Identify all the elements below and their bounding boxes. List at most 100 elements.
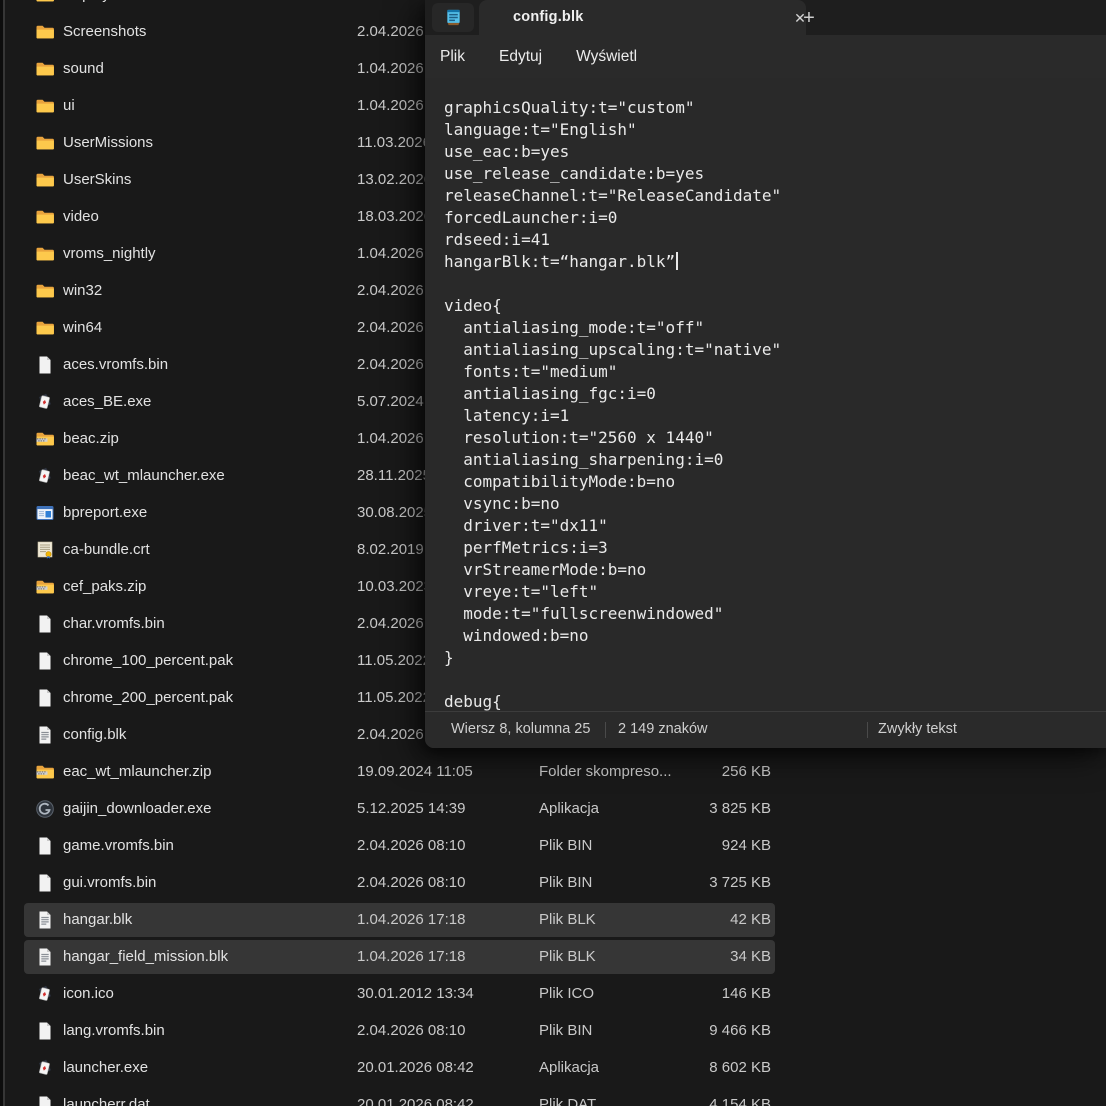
editor-line: use_eac:b=yes (444, 141, 1106, 163)
menu-plik[interactable]: Plik (440, 35, 465, 78)
editor-line: driver:t="dx11" (444, 515, 1106, 537)
file-name: game.vromfs.bin (63, 837, 343, 854)
status-cursor-position: Wiersz 8, kolumna 25 (451, 721, 590, 737)
file-row[interactable]: launcher.exe20.01.2026 08:42Aplikacja8 6… (24, 1050, 775, 1087)
status-char-count: 2 149 znaków (618, 721, 707, 737)
zip-icon (35, 762, 55, 782)
explorer-left-edge (3, 0, 5, 1106)
tab-config-blk[interactable]: config.blk ✕ (479, 0, 806, 35)
file-name: win64 (63, 319, 343, 336)
file-name: aces_BE.exe (63, 393, 343, 410)
file-date: 2.04.2026 08:10 (357, 837, 535, 854)
status-separator (605, 722, 606, 738)
file-name: UserMissions (63, 134, 343, 151)
editor-line: antialiasing_sharpening:i=0 (444, 449, 1106, 471)
file-name: char.vromfs.bin (63, 615, 343, 632)
file-name: sound (63, 60, 343, 77)
file-name: vroms_nightly (63, 245, 343, 262)
file-date: 1.04.2026 17:18 (357, 911, 535, 928)
file-row[interactable]: gaijin_downloader.exe 5.12.2025 14:39Apli… (24, 791, 775, 828)
folder-icon (35, 96, 55, 116)
editor-line: compatibilityMode:b=no (444, 471, 1106, 493)
file-row[interactable]: eac_wt_mlauncher.zip19.09.2024 11:05Fold… (24, 754, 775, 791)
cert-icon (35, 540, 55, 560)
folder-icon (35, 207, 55, 227)
cards-icon (35, 392, 55, 412)
file-date: 19.09.2024 11:05 (357, 763, 535, 780)
file-type: Aplikacja (539, 800, 679, 817)
file-size: 9 466 KB (685, 1022, 771, 1039)
file-name: win32 (63, 282, 343, 299)
file-name: Replays (63, 0, 343, 3)
editor-line: video{ (444, 295, 1106, 317)
file-row[interactable]: launcherr.dat20.01.2026 08:42Plik DAT4 1… (24, 1087, 775, 1106)
menu-edytuj[interactable]: Edytuj (499, 35, 542, 78)
file-date: 5.12.2025 14:39 (357, 800, 535, 817)
file-name: UserSkins (63, 171, 343, 188)
editor-line: hangarBlk:t=“hangar.blk” (444, 251, 1106, 273)
file-name: hangar_field_mission.blk (63, 948, 343, 965)
file-icon (35, 1021, 55, 1041)
status-format: Zwykły tekst (878, 721, 957, 737)
notepad-menubar: Plik Edytuj Wyświetl (425, 35, 1106, 78)
file-name: gaijin_downloader.exe (63, 800, 343, 817)
editor-line: vrStreamerMode:b=no (444, 559, 1106, 581)
text-editor-area[interactable]: graphicsQuality:t="custom"language:t="En… (425, 78, 1106, 711)
folder-icon (35, 318, 55, 338)
file-name: gui.vromfs.bin (63, 874, 343, 891)
file-name: icon.ico (63, 985, 343, 1002)
cards-icon (35, 466, 55, 486)
editor-line: graphicsQuality:t="custom" (444, 97, 1106, 119)
file-size: 34 KB (685, 948, 771, 965)
file-row[interactable]: gui.vromfs.bin2.04.2026 08:10Plik BIN3 7… (24, 865, 775, 902)
new-tab-button[interactable]: + (795, 4, 823, 32)
file-icon (35, 688, 55, 708)
file-name: beac_wt_mlauncher.exe (63, 467, 343, 484)
file-name: Screenshots (63, 23, 343, 40)
file-type: Plik BIN (539, 837, 679, 854)
file-name: lang.vromfs.bin (63, 1022, 343, 1039)
editor-line: antialiasing_mode:t="off" (444, 317, 1106, 339)
file-size: 924 KB (685, 837, 771, 854)
file-size: 42 KB (685, 911, 771, 928)
zip-icon (35, 429, 55, 449)
folder-icon (35, 133, 55, 153)
file-row[interactable]: game.vromfs.bin 2.04.2026 08:10Plik BIN 92… (24, 828, 775, 865)
file-name: chrome_100_percent.pak (63, 652, 343, 669)
file-date: 30.01.2012 13:34 (357, 985, 535, 1002)
file-date: 20.01.2026 08:42 (357, 1059, 535, 1076)
file-type: Plik BLK (539, 948, 679, 965)
file-name: cef_paks.zip (63, 578, 343, 595)
textfile-icon (35, 725, 55, 745)
menu-wyswietl[interactable]: Wyświetl (576, 35, 637, 78)
notepad-app-icon-button[interactable] (432, 3, 474, 32)
file-name: ca-bundle.crt (63, 541, 343, 558)
textfile-icon (35, 947, 55, 967)
screen: Replays2.04.2026 0Screenshots2.04.2026 0… (0, 0, 1106, 1106)
file-size: 8 602 KB (685, 1059, 771, 1076)
folder-icon (35, 0, 55, 5)
file-size: 4 154 KB (685, 1096, 771, 1106)
file-date: 1.04.2026 17:18 (357, 948, 535, 965)
file-row[interactable]: hangar_field_mission.blk 1.04.2026 17:18P… (24, 939, 775, 976)
gaijin-icon (35, 799, 55, 819)
file-row[interactable]: lang.vromfs.bin2.04.2026 08:10Plik BIN9 … (24, 1013, 775, 1050)
folder-icon (35, 170, 55, 190)
file-name: config.blk (63, 726, 343, 743)
file-icon (35, 873, 55, 893)
editor-line: fonts:t="medium" (444, 361, 1106, 383)
editor-line: latency:i=1 (444, 405, 1106, 427)
file-type: Plik ICO (539, 985, 679, 1002)
file-icon (35, 651, 55, 671)
file-icon (35, 614, 55, 634)
file-row[interactable]: icon.ico30.01.2012 13:34Plik ICO146 KB (24, 976, 775, 1013)
file-name: beac.zip (63, 430, 343, 447)
cards-icon (35, 1058, 55, 1078)
file-name: launcherr.dat (63, 1096, 343, 1106)
file-icon (35, 355, 55, 375)
file-name: chrome_200_percent.pak (63, 689, 343, 706)
notepad-window: config.blk ✕ + Plik Edytuj Wyświetl grap… (425, 0, 1106, 748)
editor-line: use_release_candidate:b=yes (444, 163, 1106, 185)
textfile-icon (35, 910, 55, 930)
file-row[interactable]: hangar.blk1.04.2026 17:18Plik BLK42 KB (24, 902, 775, 939)
